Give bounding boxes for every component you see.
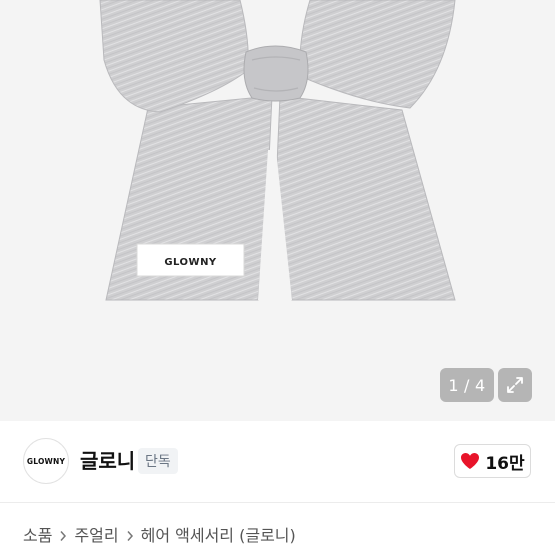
expand-icon bbox=[507, 377, 523, 393]
chevron-right-icon bbox=[126, 530, 134, 542]
label-text: GLOWNY bbox=[164, 257, 217, 268]
shop-name[interactable]: 글로니 bbox=[80, 449, 135, 473]
exclusive-badge: 단독 bbox=[138, 448, 178, 474]
shop-avatar[interactable]: GLOWNY bbox=[23, 438, 69, 484]
pager-separator: / bbox=[464, 375, 470, 395]
chevron-right-icon bbox=[59, 530, 67, 542]
like-count: 16만 bbox=[485, 453, 525, 474]
product-image[interactable]: GLOWNY bbox=[0, 0, 555, 421]
heart-icon bbox=[461, 453, 480, 469]
pager-current: 1 bbox=[448, 375, 460, 395]
bow-illustration: GLOWNY bbox=[99, 0, 456, 301]
image-pager: 1 / 4 bbox=[440, 368, 494, 402]
pager-total: 4 bbox=[474, 375, 486, 395]
shop-info: GLOWNY 글로니 단독 16만 bbox=[0, 421, 555, 503]
shop-avatar-text: GLOWNY bbox=[26, 456, 66, 466]
breadcrumb-item-accessories[interactable]: 소품 bbox=[23, 525, 52, 547]
like-button[interactable]: 16만 bbox=[454, 444, 531, 478]
breadcrumb-item-jewelry[interactable]: 주얼리 bbox=[74, 525, 118, 547]
breadcrumb-item-hair-accessories[interactable]: 헤어 액세서리 (글로니) bbox=[141, 525, 296, 547]
breadcrumb: 소품 주얼리 헤어 액세서리 (글로니) bbox=[23, 525, 296, 547]
expand-button[interactable] bbox=[498, 368, 532, 402]
